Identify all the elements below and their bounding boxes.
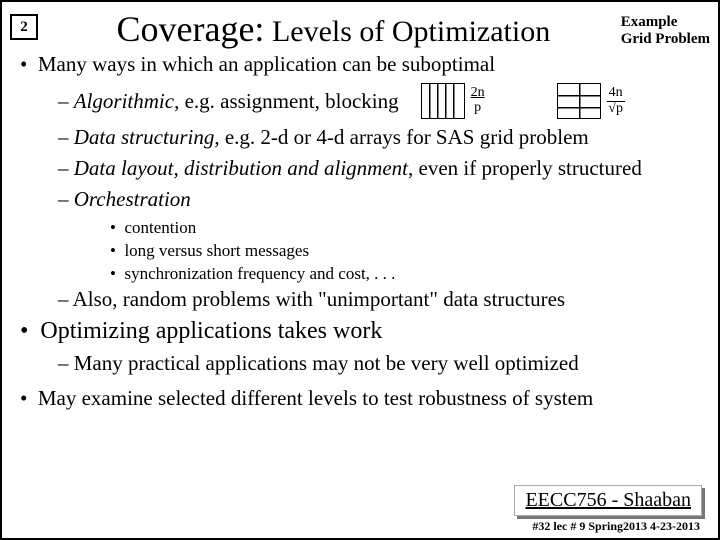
slide-number-box: 2 — [10, 14, 38, 40]
sub-algorithmic: – Algorithmic, e.g. assignment, blocking… — [58, 83, 704, 119]
em-algorithmic: Algorithmic — [74, 89, 174, 113]
sub2-messages-text: long versus short messages — [124, 241, 309, 260]
bullet-1-text: Many ways in which an application can be… — [38, 52, 495, 76]
fraction-1-top: 2n — [471, 86, 485, 101]
sub-practical: – Many practical applications may not be… — [58, 351, 704, 376]
sub2-sync: • synchronization frequency and cost, . … — [110, 264, 704, 284]
sub-data-structuring: – Data structuring, e.g. 2-d or 4-d arra… — [58, 125, 704, 150]
corner-line1: Example — [621, 14, 678, 30]
bullet-1: • Many ways in which an application can … — [20, 52, 704, 77]
fraction-2-top: 4n — [607, 86, 625, 102]
sub2-contention-text: contention — [124, 218, 196, 237]
block-partition-icon — [557, 83, 601, 119]
strip-partition-icon — [421, 83, 465, 119]
sub2-contention: • contention — [110, 218, 704, 238]
fraction-1-bot: p — [474, 100, 481, 115]
bullet-2: • Optimizing applications takes work — [20, 318, 704, 345]
corner-line2: Grid Problem — [621, 31, 710, 47]
em-orchestration: Orchestration — [74, 187, 191, 211]
fraction-2-bot: √p — [608, 101, 623, 116]
fraction-2: 4n √p — [607, 86, 625, 116]
sub-algorithmic-rest: , e.g. assignment, blocking — [174, 89, 399, 113]
page-title: Coverage: Levels of Optimization — [46, 8, 621, 50]
footer-meta: #32 lec # 9 Spring2013 4-23-2013 — [532, 519, 700, 534]
sub-also-random: – Also, random problems with "unimportan… — [58, 287, 704, 312]
sub2-messages: • long versus short messages — [110, 241, 704, 261]
em-data-structuring: Data structuring — [74, 125, 215, 149]
sub2-sync-text: synchronization frequency and cost, . . … — [124, 264, 395, 283]
sub-orchestration: – Orchestration — [58, 187, 704, 212]
sub-data-layout: – Data layout, distribution and alignmen… — [58, 156, 704, 181]
em-data-layout: Data layout, distribution and alignment — [74, 156, 408, 180]
sub-data-structuring-rest: , e.g. 2-d or 4-d arrays for SAS grid pr… — [214, 125, 588, 149]
corner-label: Example Grid Problem — [621, 14, 710, 49]
title-rest: Levels of Optimization — [264, 15, 550, 48]
fraction-1: 2n p — [471, 86, 485, 115]
footer-course: EECC756 - Shaaban — [514, 485, 702, 516]
title-coverage: Coverage: — [117, 9, 265, 49]
bullet-2-text: Optimizing applications takes work — [40, 318, 382, 344]
sub-data-layout-rest: , even if properly structured — [408, 156, 642, 180]
bullet-3-text: May examine selected different levels to… — [38, 386, 593, 410]
bullet-3: • May examine selected different levels … — [20, 386, 704, 411]
